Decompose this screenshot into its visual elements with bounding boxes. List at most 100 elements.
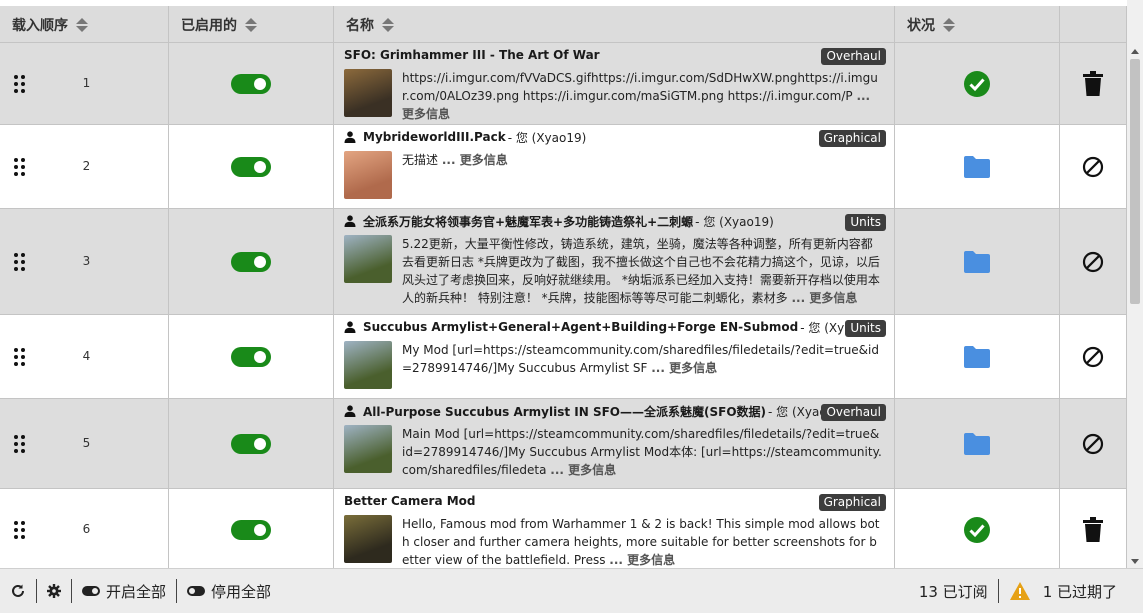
- table-row[interactable]: 4 Succubus Armylist+General+Agent+Buildi…: [0, 315, 1127, 399]
- table-body: 1 SFO: Grimhammer III - The Art Of War O…: [0, 43, 1127, 568]
- ban-icon: [1082, 251, 1104, 272]
- action-cell[interactable]: [1060, 209, 1127, 314]
- sort-icon[interactable]: [76, 17, 88, 33]
- category-badge: Overhaul: [821, 404, 886, 421]
- category-badge: Units: [845, 320, 886, 337]
- status-cell: [895, 489, 1060, 568]
- action-cell[interactable]: [1060, 315, 1127, 398]
- sort-icon[interactable]: [943, 17, 955, 33]
- enabled-toggle[interactable]: [231, 156, 271, 177]
- mod-description-text: https://i.imgur.com/fVVaDCS.gifhttps://i…: [402, 71, 878, 103]
- column-header-order[interactable]: 载入顺序: [0, 6, 169, 43]
- column-enabled-label: 已启用的: [181, 17, 237, 34]
- mod-title: All-Purpose Succubus Armylist IN SFO——全派…: [363, 404, 767, 419]
- mod-description: Main Mod [url=https://steamcommunity.com…: [402, 425, 882, 479]
- sort-icon[interactable]: [245, 17, 257, 33]
- scrollbar-thumb[interactable]: [1130, 59, 1140, 304]
- mod-thumbnail: [344, 151, 392, 199]
- more-info-link[interactable]: ... 更多信息: [651, 361, 717, 375]
- gear-icon: [47, 584, 61, 598]
- trash-icon: [1083, 70, 1103, 96]
- enabled-cell: [169, 489, 334, 568]
- enabled-cell: [169, 399, 334, 488]
- action-cell[interactable]: [1060, 43, 1127, 124]
- status-cell: [895, 315, 1060, 398]
- order-cell: 4: [0, 315, 169, 398]
- check-icon: [964, 516, 990, 543]
- order-cell: 2: [0, 125, 169, 208]
- mod-title: MybrideworldIII.Pack: [363, 130, 506, 144]
- mod-thumbnail: [344, 69, 392, 117]
- disable-all-button[interactable]: 停用全部: [177, 579, 281, 603]
- trash-icon: [1083, 516, 1103, 542]
- mod-thumbnail: [344, 341, 392, 389]
- category-badge: Units: [845, 214, 886, 231]
- table-row[interactable]: 5 All-Purpose Succubus Armylist IN SFO——…: [0, 399, 1127, 489]
- status-cell: [895, 209, 1060, 314]
- mod-description: https://i.imgur.com/fVVaDCS.gifhttps://i…: [402, 69, 882, 123]
- mod-title-line: Succubus Armylist+General+Agent+Building…: [344, 319, 884, 335]
- more-info-link[interactable]: ... 更多信息: [609, 553, 675, 567]
- enabled-cell: [169, 125, 334, 208]
- mod-description-text: Main Mod [url=https://steamcommunity.com…: [402, 427, 882, 477]
- enabled-toggle[interactable]: [231, 519, 271, 540]
- table-row[interactable]: 3 全派系万能女将领事务官+魅魔军表+多功能铸造祭礼+二刺螈 - 您 (Xyao…: [0, 209, 1127, 315]
- mod-title: SFO: Grimhammer III - The Art Of War: [344, 48, 600, 62]
- column-name-label: 名称: [346, 17, 374, 34]
- scroll-down-icon[interactable]: [1131, 559, 1139, 564]
- disable-all-label: 停用全部: [211, 582, 272, 601]
- column-header-enabled[interactable]: 已启用的: [169, 6, 334, 43]
- table-row[interactable]: 6 Better Camera Mod Graphical Hello, Fam…: [0, 489, 1127, 568]
- mod-title-line: SFO: Grimhammer III - The Art Of War: [344, 47, 884, 63]
- enabled-cell: [169, 43, 334, 124]
- scroll-up-icon[interactable]: [1131, 49, 1139, 54]
- subscribed-label: 13 已订阅: [918, 582, 988, 601]
- load-order-number: 5: [82, 435, 91, 450]
- mod-author: - 您 (Xyao19): [507, 130, 587, 145]
- mod-author: - 您 (Xyao19): [695, 214, 774, 229]
- vertical-scrollbar[interactable]: [1127, 43, 1143, 568]
- order-cell: 5: [0, 399, 169, 488]
- column-header-name[interactable]: 名称: [334, 6, 895, 43]
- action-cell[interactable]: [1060, 399, 1127, 488]
- mod-description: My Mod [url=https://steamcommunity.com/s…: [402, 341, 882, 377]
- status-cell: [895, 125, 1060, 208]
- mod-description-text: 无描述: [402, 153, 439, 167]
- subscribed-count: 13 已订阅: [909, 581, 998, 602]
- enable-all-button[interactable]: 开启全部: [72, 579, 176, 603]
- refresh-button[interactable]: [0, 579, 36, 603]
- sort-icon[interactable]: [382, 17, 394, 33]
- mod-description: 无描述 ... 更多信息: [402, 151, 882, 169]
- expired-label: 1 已过期了: [1042, 582, 1117, 601]
- order-cell: 1: [0, 43, 169, 124]
- enabled-toggle[interactable]: [231, 433, 271, 454]
- column-status-label: 状况: [907, 17, 935, 34]
- enable-all-label: 开启全部: [106, 582, 167, 601]
- mod-manager-window: 载入顺序 已启用的 名称 状况 1 SFO: Grimhammer III - …: [0, 0, 1143, 613]
- name-cell: Succubus Armylist+General+Agent+Building…: [334, 315, 895, 398]
- enabled-toggle[interactable]: [231, 73, 271, 94]
- more-info-link[interactable]: ... 更多信息: [550, 463, 616, 477]
- enabled-toggle[interactable]: [231, 251, 271, 272]
- enabled-toggle[interactable]: [231, 346, 271, 367]
- action-cell[interactable]: [1060, 489, 1127, 568]
- column-order-label: 载入顺序: [12, 17, 68, 34]
- more-info-link[interactable]: ... 更多信息: [442, 153, 508, 167]
- check-icon: [964, 70, 990, 97]
- name-cell: 全派系万能女将领事务官+魅魔军表+多功能铸造祭礼+二刺螈 - 您 (Xyao19…: [334, 209, 895, 314]
- column-header-status[interactable]: 状况: [895, 6, 1060, 43]
- table-row[interactable]: 2 MybrideworldIII.Pack - 您 (Xyao19) Grap…: [0, 125, 1127, 209]
- mod-title: 全派系万能女将领事务官+魅魔军表+多功能铸造祭礼+二刺螈: [363, 214, 694, 229]
- more-info-link[interactable]: ... 更多信息: [791, 291, 857, 305]
- settings-button[interactable]: [37, 579, 71, 603]
- expired-count[interactable]: 1 已过期了: [999, 581, 1143, 602]
- load-order-number: 4: [82, 348, 91, 363]
- person-icon: [344, 215, 356, 227]
- enabled-cell: [169, 315, 334, 398]
- person-icon: [344, 321, 356, 333]
- name-cell: SFO: Grimhammer III - The Art Of War Ove…: [334, 43, 895, 124]
- table-row[interactable]: 1 SFO: Grimhammer III - The Art Of War O…: [0, 43, 1127, 125]
- action-cell[interactable]: [1060, 125, 1127, 208]
- mod-thumbnail: [344, 425, 392, 473]
- person-icon: [344, 405, 356, 417]
